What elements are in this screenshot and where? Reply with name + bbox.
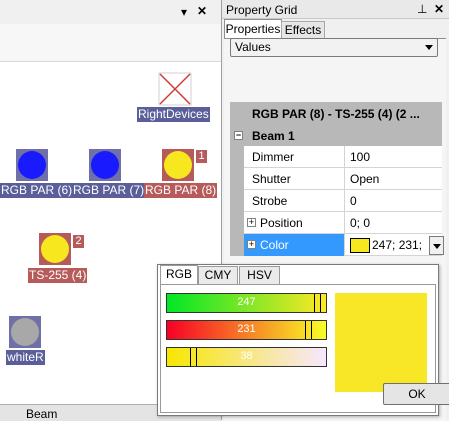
slider-thumb[interactable] [190, 348, 197, 366]
pin-icon[interactable]: ⊥ [417, 3, 427, 15]
dropdown-value: Values [235, 40, 271, 54]
device-label[interactable]: whiteR [6, 350, 45, 365]
green-value: 231 [237, 323, 256, 335]
property-row-position[interactable]: + Position 0; 0 [230, 212, 442, 234]
property-value[interactable]: 0; 0 [350, 216, 370, 230]
device-label[interactable]: RightDevices [137, 107, 210, 122]
collapse-icon[interactable]: − [234, 131, 243, 140]
pane-close-icon[interactable]: ✕ [434, 3, 444, 15]
pane-close-icon[interactable]: ✕ [197, 5, 207, 17]
green-slider[interactable]: 231 [166, 320, 327, 340]
property-value[interactable]: 247; 231; [372, 238, 422, 252]
fixture-lamp-icon [164, 151, 192, 179]
property-grid-title-bar: Property Grid ⊥ ✕ [222, 0, 449, 19]
device-label[interactable]: RGB PAR (7) [72, 183, 146, 198]
device-label[interactable]: RGB PAR (8) [144, 183, 218, 198]
property-name: Position [260, 216, 303, 230]
device-rgb-par-8[interactable] [162, 149, 194, 181]
selection-index-badge: 2 [73, 235, 84, 248]
slider-thumb[interactable] [305, 321, 312, 339]
color-preview [335, 293, 427, 392]
category-label: Beam 1 [252, 129, 295, 143]
property-value[interactable]: 100 [350, 150, 370, 164]
expand-icon[interactable]: + [247, 240, 256, 249]
red-slider[interactable]: 247 [166, 293, 327, 313]
values-dropdown[interactable]: Values [230, 38, 438, 57]
blue-slider[interactable]: 38 [166, 347, 327, 367]
selection-header: RGB PAR (8) - TS-255 (4) (2 ... [230, 102, 442, 126]
tab-effects[interactable]: Effects [281, 21, 325, 39]
device-rgb-par-7[interactable] [89, 149, 121, 181]
device-rightdevices[interactable] [158, 72, 192, 106]
expand-icon[interactable]: + [247, 218, 256, 227]
device-ts-255-4[interactable] [39, 233, 71, 265]
selection-header-text: RGB PAR (8) - TS-255 (4) (2 ... [252, 107, 420, 121]
property-name: Shutter [252, 172, 291, 186]
device-label[interactable]: RGB PAR (6) [0, 183, 74, 198]
tab-cmy[interactable]: CMY [198, 266, 238, 284]
property-name: Strobe [252, 194, 288, 208]
tab-properties[interactable]: Properties [224, 19, 282, 39]
ok-button[interactable]: OK [383, 383, 449, 405]
category-beam-1[interactable]: − Beam 1 [230, 126, 442, 146]
property-row-strobe[interactable]: Strobe 0 [230, 190, 442, 212]
property-value[interactable]: Open [350, 172, 379, 186]
property-row-dimmer[interactable]: Dimmer 100 [230, 146, 442, 168]
color-swatch [350, 238, 370, 253]
device-whiter[interactable] [9, 316, 41, 348]
pane-title: Property Grid [226, 3, 298, 17]
red-value: 247 [237, 296, 256, 308]
property-name: Dimmer [252, 150, 294, 164]
tab-rgb[interactable]: RGB [160, 265, 198, 285]
fixture-lamp-icon [91, 151, 119, 179]
chevron-down-icon [425, 45, 433, 50]
canvas-toolbar [0, 24, 221, 62]
slider-thumb[interactable] [314, 294, 321, 312]
device-rgb-par-6[interactable] [16, 149, 48, 181]
property-row-shutter[interactable]: Shutter Open [230, 168, 442, 190]
device-label[interactable]: TS-255 (4) [28, 268, 88, 283]
fixture-lamp-icon [18, 151, 46, 179]
property-row-color[interactable]: + Color 247; 231; [230, 234, 444, 256]
pane-menu-chevron-icon[interactable]: ▾ [181, 6, 187, 18]
color-editor-popup: RGB CMY HSV 247 231 38 OK [157, 264, 449, 416]
tab-hsv[interactable]: HSV [239, 266, 280, 284]
property-name: Color [260, 238, 289, 252]
missing-device-icon [158, 72, 192, 106]
tab-beam[interactable]: Beam [26, 407, 57, 421]
chevron-down-icon [433, 244, 441, 249]
selection-index-badge: 1 [196, 150, 207, 163]
color-dropdown-button[interactable] [429, 236, 444, 255]
fixture-lamp-icon [11, 318, 39, 346]
property-value[interactable]: 0 [350, 194, 357, 208]
canvas-pane-header: ▾ ✕ [0, 0, 221, 25]
fixture-lamp-icon [41, 235, 69, 263]
